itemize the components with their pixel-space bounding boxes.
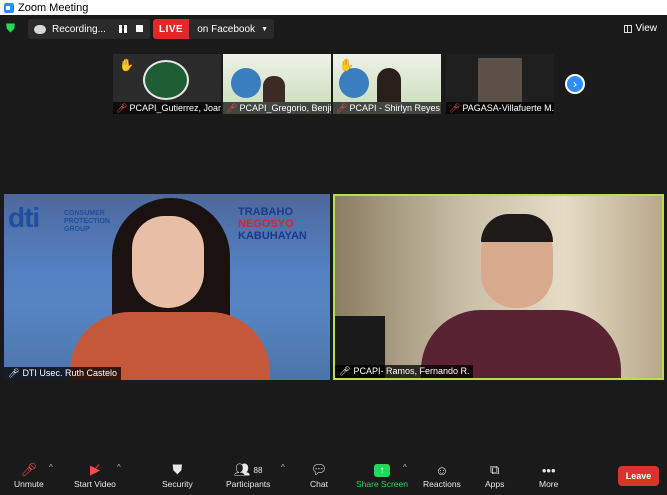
security-label: Security	[162, 479, 193, 489]
more-dots-icon: •••	[541, 462, 556, 478]
apps-button[interactable]: ⧉ Apps	[485, 461, 504, 489]
apps-icon: ⧉	[490, 462, 500, 477]
start-video-button[interactable]: ▶̸ Start Video	[74, 461, 116, 489]
dti-group-label: CONSUMER PROTECTION GROUP	[64, 210, 110, 233]
reactions-button[interactable]: ☺ Reactions	[423, 461, 461, 490]
view-button[interactable]: View	[623, 23, 658, 34]
video-tile-active-speaker[interactable]: 🎤︎ PCAPI- Ramos, Fernando R.	[333, 194, 664, 380]
view-label: View	[635, 23, 658, 34]
window-title: Zoom Meeting	[18, 1, 89, 14]
mic-muted-icon: 🎤︎	[20, 462, 38, 477]
participant-thumbnail[interactable]: ✋ 🎤︎ PCAPI - Shirlyn Reyes	[333, 54, 441, 114]
start-video-label: Start Video	[74, 479, 116, 489]
next-page-arrow-icon[interactable]: ›	[565, 74, 585, 94]
share-options-caret-icon[interactable]: ^	[403, 463, 407, 472]
unmute-label: Unmute	[14, 479, 44, 489]
participants-label: Participants	[226, 479, 271, 489]
video-options-caret-icon[interactable]: ^	[117, 463, 121, 472]
chat-bubble-icon: 💬︎	[310, 462, 328, 477]
reactions-label: Reactions	[423, 479, 461, 489]
raised-hand-icon: ✋	[119, 58, 134, 72]
participants-options-caret-icon[interactable]: ^	[281, 463, 285, 472]
participant-face	[132, 216, 204, 308]
participant-video	[478, 58, 522, 102]
security-button[interactable]: ⛊ Security	[162, 461, 193, 489]
share-arrow-icon: ↑	[373, 463, 390, 477]
meeting-toolbar: 🎤︎ Unmute ^ ▶̸ Start Video ^ ⛊ Security …	[0, 455, 667, 495]
participants-button[interactable]: 👥︎ 88 Participants	[226, 461, 270, 489]
participant-video	[263, 76, 285, 102]
participant-thumbnail[interactable]: 🎤︎ PAGASA-Villafuerte M...	[446, 54, 554, 114]
participant-name: PCAPI_Gregorio, Benjie	[239, 103, 331, 113]
participant-name: PCAPI- Ramos, Fernando R.	[353, 366, 470, 376]
more-button[interactable]: ••• More	[539, 461, 559, 490]
zoom-app-icon	[4, 2, 14, 13]
organization-seal-image	[143, 60, 189, 100]
mic-muted-icon: 🎤︎	[226, 103, 238, 113]
live-target: on Facebook	[197, 23, 256, 35]
mic-icon: 🎤︎	[8, 368, 20, 378]
live-stream-indicator[interactable]: LIVE on Facebook ▼	[153, 19, 274, 39]
participants-icon: 👥︎	[234, 462, 251, 477]
video-tile-speaker-left[interactable]: dti CONSUMER PROTECTION GROUP TRABAHO NE…	[4, 194, 330, 380]
smiley-icon: ☺	[435, 462, 449, 478]
globe-graphic	[339, 68, 369, 98]
mic-muted-icon: 🎤︎	[116, 103, 128, 113]
chat-label: Chat	[310, 479, 328, 489]
mic-icon: 🎤︎	[339, 366, 351, 376]
leave-button[interactable]: Leave	[618, 466, 659, 486]
pause-recording-icon[interactable]	[118, 24, 128, 34]
participant-thumbnail[interactable]: 🎤︎ PCAPI_Gregorio, Benjie	[223, 54, 331, 114]
more-label: More	[539, 479, 559, 489]
stop-recording-icon[interactable]	[136, 25, 143, 32]
encryption-shield-icon[interactable]: ⛊	[6, 22, 18, 35]
live-badge: LIVE	[153, 19, 190, 39]
security-shield-icon: ⛊	[172, 462, 183, 477]
share-screen-button[interactable]: ↑ Share Screen	[356, 461, 408, 489]
recording-label: Recording...	[52, 23, 106, 35]
share-screen-label: Share Screen	[356, 479, 408, 489]
globe-graphic	[231, 68, 261, 98]
participant-name: PAGASA-Villafuerte M...	[462, 103, 554, 113]
participant-video	[377, 68, 401, 102]
mic-muted-icon: 🎤︎	[336, 103, 348, 113]
slogan-line: TRABAHO	[238, 206, 293, 218]
window-titlebar: Zoom Meeting	[0, 0, 667, 15]
dti-logo: dti	[8, 202, 40, 233]
video-off-icon: ▶̸	[89, 462, 100, 477]
apps-label: Apps	[485, 479, 505, 489]
chat-button[interactable]: 💬︎ Chat	[310, 461, 328, 489]
slogan-block: TRABAHO NEGOSYO KABUHAYAN	[238, 206, 307, 242]
slogan-line: KABUHAYAN	[238, 230, 307, 242]
participant-name: PCAPI - Shirlyn Reyes	[349, 103, 440, 113]
participants-count: 88	[253, 465, 263, 475]
cloud-record-icon	[34, 24, 46, 34]
view-layout-icon	[623, 24, 632, 33]
meeting-topbar: ⛊ Recording... LIVE on Facebook ▼ View	[0, 15, 667, 43]
slogan-line: NEGOSYO	[238, 218, 294, 230]
participant-name: PCAPI_Gutierrez, Joan...	[129, 103, 221, 113]
participant-thumbnail[interactable]: ✋ 🎤︎ PCAPI_Gutierrez, Joan...	[113, 54, 221, 114]
unmute-button[interactable]: 🎤︎ Unmute	[14, 461, 44, 489]
recording-indicator: Recording...	[28, 19, 150, 39]
participant-name: DTI Usec. Ruth Castelo	[22, 368, 117, 378]
raised-hand-icon: ✋	[339, 58, 354, 72]
chevron-down-icon: ▼	[261, 25, 268, 33]
audio-options-caret-icon[interactable]: ^	[49, 463, 53, 472]
mic-muted-icon: 🎤︎	[449, 103, 461, 113]
